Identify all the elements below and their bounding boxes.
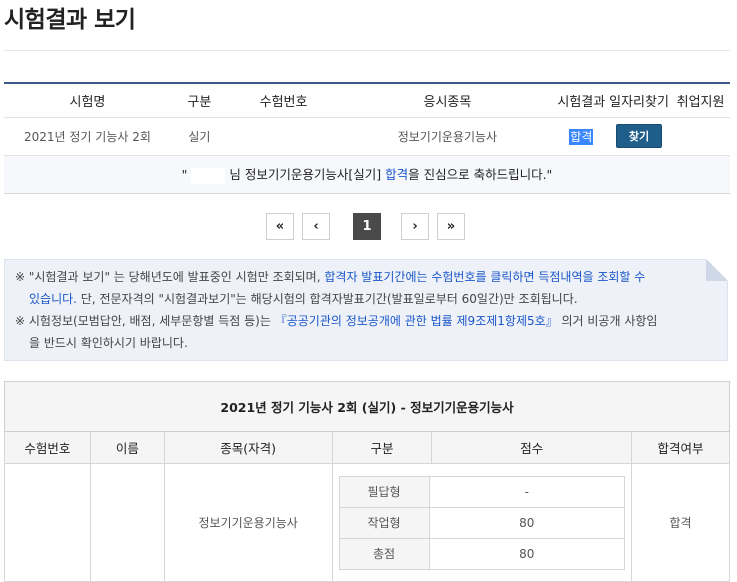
detail-caption: 2021년 정기 기능사 2회 (실기) - 정보기기운용기능사 [4,381,730,432]
score-label: 총점 [338,537,430,570]
notice-link-cont: 있습니다. [29,292,77,306]
congrats-text: 님 정보기기운용기능사[실기] [229,167,386,183]
score-value: 80 [428,506,626,539]
notice-line3: ※ 시험정보(모범답안, 배점, 세부문항별 득점 등)는 [15,314,275,328]
detail-col-subject: 종목(자격) [163,431,333,464]
notice-line3-end: 의거 비공개 사항임 [557,314,658,328]
pagination: « ‹ 1 › » [0,213,737,241]
congrats-quote: " [181,167,188,183]
title-divider [4,50,730,51]
col-exam-name: 시험명 [4,83,171,118]
notice-line4: 을 반드시 확인하시기 바랍니다. [29,336,188,350]
score-row: 총점 80 [338,537,626,570]
exam-name: 2021년 정기 기능사 2회 [4,117,171,156]
congrats-text-end: 을 진심으로 축하드립니다." [408,167,553,183]
detail-col-exam-number: 수험번호 [4,431,91,464]
col-exam-number: 수험번호 [227,83,340,118]
detail-name [89,463,165,582]
congrats-pass-word: 합격 [385,167,409,183]
subject: 정보기기운용기능사 [339,117,556,156]
masked-name [191,167,226,184]
page-fold-icon [706,259,728,281]
score-label: 필답형 [338,475,430,508]
find-job-button[interactable]: 찾기 [615,124,663,148]
notice-link: 합격자 발표기간에는 수험번호를 클릭하면 득점내역을 조회할 수 [324,270,646,284]
result-pass: 합격 [569,128,594,145]
employment-support [671,117,730,156]
notice-line2: 단, 전문자격의 "시험결과보기"는 해당시험의 합격자발표기간(발표일로부터 … [76,292,578,306]
last-page-button[interactable]: » [437,213,465,240]
score-row: 작업형 80 [338,506,626,539]
notice-line1: ※ "시험결과 보기" 는 당해년도에 발표중인 시험만 조회되며, [15,270,325,284]
notice-box: ※ "시험결과 보기" 는 당해년도에 발표중인 시험만 조회되며, 합격자 발… [4,259,728,361]
detail-col-score: 점수 [431,431,633,464]
prev-page-button[interactable]: ‹ [302,213,330,240]
col-type: 구분 [170,83,228,118]
congrats-row: " 님 정보기기운용기능사[실기] 합격을 진심으로 축하드립니다." [4,155,730,194]
exam-number[interactable] [227,117,340,156]
first-page-button[interactable]: « [266,213,294,240]
col-result: 시험결과 [555,83,607,118]
detail-pass-status: 합격 [631,463,730,582]
page-1-button[interactable]: 1 [353,213,381,240]
detail-col-pass: 합격여부 [631,431,730,464]
result-table: 시험명 구분 수험번호 응시종목 시험결과 일자리찾기 취업지원 2021년 정… [4,82,730,194]
score-breakdown: 필답형 - 작업형 80 총점 80 [338,475,626,570]
score-value: 80 [428,537,626,570]
detail-exam-number [4,463,91,582]
detail-header: 수험번호 이름 종목(자격) 구분 점수 합격여부 [4,431,730,464]
table-row: 2021년 정기 기능사 2회 실기 정보기기운용기능사 합격 찾기 [4,117,730,156]
next-page-button[interactable]: › [401,213,429,240]
score-detail-table: 2021년 정기 기능사 2회 (실기) - 정보기기운용기능사 수험번호 이름… [4,381,730,582]
result-table-header: 시험명 구분 수험번호 응시종목 시험결과 일자리찾기 취업지원 [4,83,730,118]
score-label: 작업형 [338,506,430,539]
detail-row: 정보기기운용기능사 필답형 - 작업형 80 총점 80 합격 [4,463,730,582]
law-reference: 『공공기관의 정보공개에 관한 법률 제9조제1항제5호』 [274,314,558,328]
score-row: 필답형 - [338,475,626,508]
detail-col-name: 이름 [89,431,165,464]
col-job-search: 일자리찾기 [606,83,672,118]
detail-col-type: 구분 [331,431,433,464]
score-value: - [428,475,626,508]
exam-type: 실기 [170,117,228,156]
page-title: 시험결과 보기 [4,7,136,33]
col-employment-support: 취업지원 [671,83,730,118]
col-subject: 응시종목 [339,83,556,118]
detail-subject: 정보기기운용기능사 [163,463,333,582]
